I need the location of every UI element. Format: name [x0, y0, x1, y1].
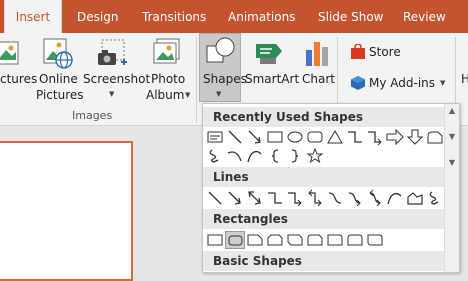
photo-album-label-2[interactable]: Album: [146, 88, 184, 103]
tab-transitions[interactable]: Transitions: [142, 0, 206, 33]
tab-insert[interactable]: Insert: [4, 0, 62, 33]
curved-arrow-connector-shape-icon[interactable]: [345, 189, 365, 207]
rectangle-shape-icon[interactable]: [205, 231, 225, 249]
section-header-recently-used: Recently Used Shapes: [203, 107, 445, 127]
store-icon[interactable]: [350, 43, 366, 64]
elbow-arrow-connector-shape-icon[interactable]: [365, 128, 385, 146]
online-pictures-label-2[interactable]: Pictures: [36, 88, 84, 103]
elbow-connector-shape-icon[interactable]: [265, 189, 285, 207]
snip-rectangle-shape-icon[interactable]: [425, 128, 445, 146]
star-shape-icon[interactable]: [305, 147, 325, 165]
triangle-shape-icon[interactable]: [325, 128, 345, 146]
chart-label[interactable]: Chart: [302, 72, 335, 87]
online-pictures-label-1[interactable]: Online: [39, 72, 78, 87]
elbow-arrow-connector-shape-icon[interactable]: [285, 189, 305, 207]
elbow-connector-shape-icon[interactable]: [345, 128, 365, 146]
arrow-line-shape-icon[interactable]: [225, 189, 245, 207]
snip-same-side-corner-rectangle-shape-icon[interactable]: [265, 231, 285, 249]
line-shape-icon[interactable]: [225, 128, 245, 146]
gallery-expand-icon[interactable]: ▼: [447, 158, 457, 168]
text-box-shape-icon[interactable]: [205, 128, 225, 146]
recently-used-shapes-row: [205, 128, 445, 146]
line-shape-icon[interactable]: [205, 189, 225, 207]
round-same-side-corner-rectangle-shape-icon[interactable]: [345, 231, 365, 249]
slide-canvas[interactable]: [0, 141, 133, 281]
curved-double-arrow-connector-shape-icon[interactable]: [365, 189, 385, 207]
online-pictures-icon[interactable]: [43, 38, 73, 74]
curve-shape-icon[interactable]: [385, 189, 405, 207]
freeform-scribble-shape-icon[interactable]: [205, 147, 225, 165]
tab-review[interactable]: Review: [403, 0, 446, 33]
shapes-label: Shapes: [203, 72, 247, 86]
tab-design[interactable]: Design: [77, 0, 118, 33]
screenshot-label[interactable]: Screenshot: [83, 72, 150, 87]
group-separator: [196, 37, 197, 123]
arc-shape-icon[interactable]: [225, 147, 245, 165]
screenshot-dropdown-icon[interactable]: ▼: [109, 90, 114, 98]
my-addins-icon[interactable]: [350, 75, 366, 95]
round-single-corner-rectangle-shape-icon[interactable]: [325, 231, 345, 249]
lines-shapes-row: [205, 189, 445, 207]
curve-shape-icon[interactable]: [245, 147, 265, 165]
smartart-label[interactable]: SmartArt: [245, 72, 299, 87]
tab-slide-show[interactable]: Slide Show: [318, 0, 383, 33]
rounded-rectangle-shape-icon[interactable]: [225, 231, 245, 249]
round-diagonal-corner-rectangle-shape-icon[interactable]: [365, 231, 385, 249]
right-arrow-shape-icon[interactable]: [385, 128, 405, 146]
photo-album-dropdown-icon[interactable]: ▼: [185, 91, 190, 99]
double-arrow-line-shape-icon[interactable]: [245, 189, 265, 207]
images-group-label: Images: [72, 109, 113, 122]
screenshot-icon[interactable]: [96, 38, 128, 74]
left-brace-shape-icon[interactable]: [265, 147, 285, 165]
store-label[interactable]: Store: [369, 45, 401, 60]
rounded-rectangle-shape-icon[interactable]: [305, 128, 325, 146]
shapes-dropdown-icon: ▼: [216, 90, 222, 98]
arrow-line-shape-icon[interactable]: [245, 128, 265, 146]
pictures-icon[interactable]: [0, 40, 22, 74]
down-arrow-shape-icon[interactable]: [405, 128, 425, 146]
snip-single-corner-rectangle-shape-icon[interactable]: [245, 231, 265, 249]
recently-used-shapes-row-2: [205, 147, 445, 165]
shapes-icon: [206, 36, 236, 70]
scroll-up-arrow-icon[interactable]: ▲: [447, 106, 457, 116]
elbow-double-arrow-connector-shape-icon[interactable]: [305, 189, 325, 207]
right-cut-label[interactable]: H: [461, 72, 468, 87]
gallery-scrollbar[interactable]: ▲ ▼ ▼: [444, 104, 459, 272]
smartart-icon[interactable]: [254, 40, 286, 70]
freeform-shape-icon[interactable]: [405, 189, 425, 207]
shapes-gallery: Recently Used Shapes Lines Rectangles Ba…: [202, 103, 460, 273]
scribble-shape-icon[interactable]: [425, 189, 445, 207]
tab-animations[interactable]: Animations: [228, 0, 295, 33]
oval-shape-icon[interactable]: [285, 128, 305, 146]
ribbon-tab-bar: Insert Design Transitions Animations Sli…: [0, 0, 468, 33]
rectangles-shapes-row: [205, 231, 445, 249]
snip-and-round-rectangle-shape-icon[interactable]: [305, 231, 325, 249]
rectangle-shape-icon[interactable]: [265, 128, 285, 146]
curved-connector-shape-icon[interactable]: [325, 189, 345, 207]
my-addins-label[interactable]: My Add-ins: [369, 76, 435, 91]
snip-diagonal-corner-rectangle-shape-icon[interactable]: [285, 231, 305, 249]
section-header-rectangles: Rectangles: [203, 209, 445, 229]
pictures-label[interactable]: ctures: [0, 72, 37, 87]
my-addins-dropdown-icon[interactable]: ▼: [440, 79, 445, 87]
photo-album-icon[interactable]: [152, 38, 182, 72]
photo-album-label-1[interactable]: Photo: [151, 72, 185, 87]
section-header-basic-shapes: Basic Shapes: [203, 251, 445, 271]
section-header-lines: Lines: [203, 167, 445, 187]
chart-icon[interactable]: [303, 38, 331, 72]
scroll-down-arrow-icon[interactable]: ▼: [447, 132, 457, 142]
right-brace-shape-icon[interactable]: [285, 147, 305, 165]
